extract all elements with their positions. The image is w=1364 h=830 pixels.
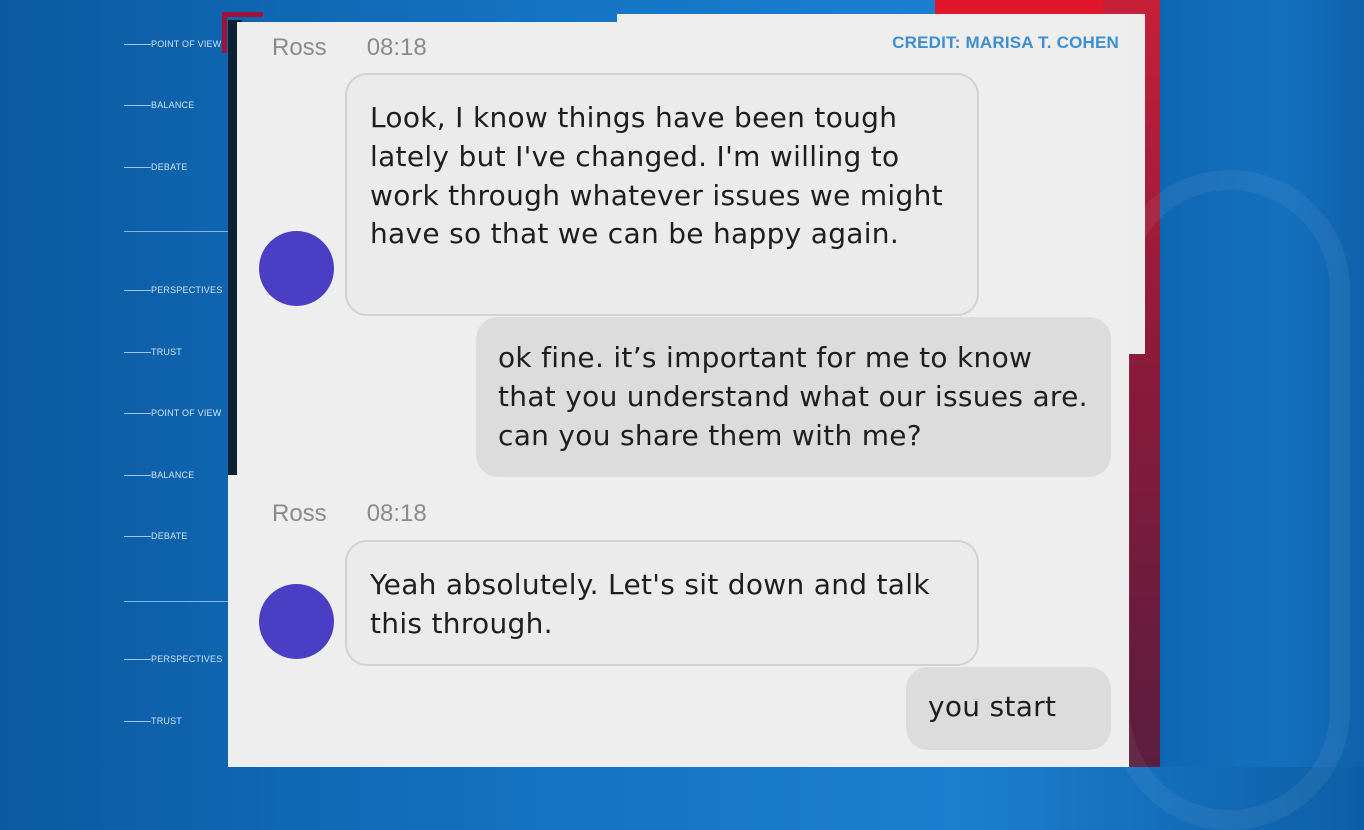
message-header: Ross 08:18	[272, 34, 427, 62]
message-text: you start	[928, 690, 1057, 723]
sender-name: Ross	[272, 500, 327, 527]
background-ring	[1110, 170, 1350, 830]
outgoing-message-bubble[interactable]: you start	[906, 667, 1111, 750]
side-divider	[124, 231, 234, 232]
side-topic-item: POINT OF VIEW	[124, 408, 221, 418]
message-header: Ross 08:18	[272, 500, 427, 528]
outgoing-message-bubble[interactable]: ok fine. it’s important for me to know t…	[476, 317, 1111, 477]
side-topic-item: TRUST	[124, 716, 182, 726]
chat-panel: CREDIT: MARISA T. COHEN Ross 08:18 Look, …	[237, 22, 1129, 767]
incoming-message-bubble[interactable]: Yeah absolutely. Let's sit down and talk…	[345, 540, 979, 666]
message-time: 08:18	[366, 34, 427, 61]
side-topic-item: BALANCE	[124, 100, 194, 110]
sender-name: Ross	[272, 34, 327, 61]
photo-credit: CREDIT: MARISA T. COHEN	[892, 33, 1119, 52]
side-topic-item: POINT OF VIEW	[124, 39, 221, 49]
side-topic-item: BALANCE	[124, 470, 194, 480]
contact-avatar[interactable]	[259, 231, 334, 306]
side-topic-item: DEBATE	[124, 531, 188, 541]
message-text: ok fine. it’s important for me to know t…	[498, 341, 1088, 452]
contact-avatar[interactable]	[259, 584, 334, 659]
side-topic-item: TRUST	[124, 347, 182, 357]
message-text: Look, I know things have been tough late…	[370, 101, 943, 251]
side-topic-item: DEBATE	[124, 162, 188, 172]
message-time: 08:18	[366, 500, 427, 527]
message-text: Yeah absolutely. Let's sit down and talk…	[370, 568, 930, 640]
incoming-message-bubble[interactable]: Look, I know things have been tough late…	[345, 73, 979, 316]
side-topic-item: PERSPECTIVES	[124, 285, 222, 295]
side-topic-item: PERSPECTIVES	[124, 654, 222, 664]
side-topic-list: POINT OF VIEW BALANCE DEBATE PERSPECTIVE…	[124, 0, 234, 767]
side-divider	[124, 601, 234, 602]
